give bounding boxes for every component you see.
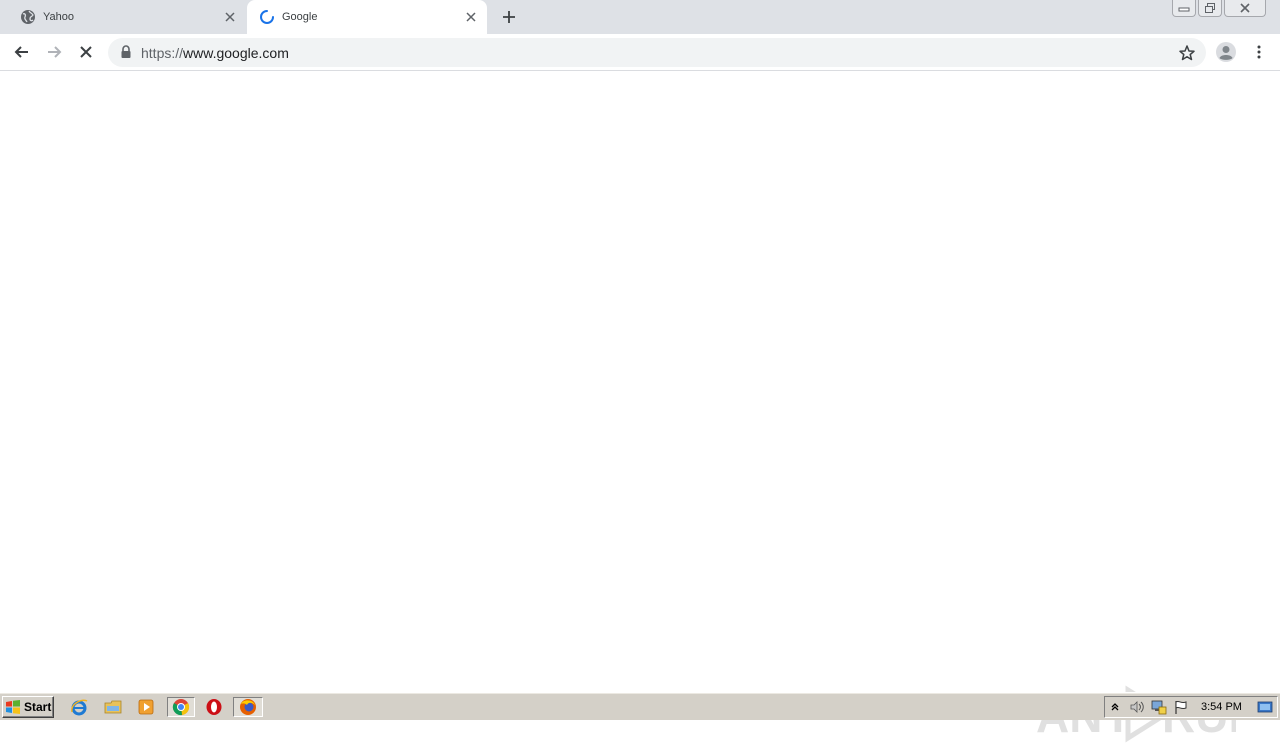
taskbar-opera[interactable] — [203, 697, 225, 717]
restore-icon — [1205, 3, 1215, 13]
tab-yahoo[interactable]: Yahoo — [8, 0, 246, 34]
opera-icon — [206, 699, 222, 715]
forward-button[interactable] — [42, 40, 66, 64]
url-scheme: https:// — [141, 45, 184, 61]
stop-loading-button[interactable] — [74, 40, 98, 64]
show-hidden-icons-chevron[interactable] — [1107, 699, 1123, 715]
tab-title: Google — [282, 11, 318, 23]
kebab-menu-icon — [1257, 45, 1261, 59]
file-explorer-icon — [104, 700, 122, 714]
windows-logo-icon — [6, 700, 20, 714]
start-button[interactable]: Start — [2, 696, 54, 718]
back-arrow-icon — [14, 46, 28, 58]
chrome-icon — [172, 699, 190, 716]
taskbar: Start 3:54 PM — [0, 692, 1280, 720]
system-tray: 3:54 PM — [1104, 696, 1278, 718]
internet-explorer-icon — [71, 699, 88, 716]
taskbar-chrome[interactable] — [167, 697, 195, 717]
start-label: Start — [24, 700, 52, 714]
profile-button[interactable] — [1214, 40, 1238, 64]
browser-window: Yahoo Google https://www.google.com — [0, 0, 1280, 743]
close-tab-icon[interactable] — [222, 9, 238, 25]
close-window-button[interactable] — [1224, 0, 1266, 17]
stop-loading-icon — [80, 46, 92, 58]
show-desktop-icon[interactable] — [1257, 699, 1273, 715]
page-content[interactable]: ANY RUN — [0, 72, 1280, 743]
network-icon[interactable] — [1151, 699, 1167, 715]
restore-button[interactable] — [1198, 0, 1222, 17]
close-icon — [1240, 3, 1250, 13]
media-player-icon — [138, 699, 154, 715]
forward-arrow-icon — [48, 46, 62, 58]
tab-title: Yahoo — [43, 11, 74, 23]
toolbar: https://www.google.com — [0, 34, 1280, 71]
taskbar-file-explorer[interactable] — [102, 697, 124, 717]
globe-icon — [21, 10, 35, 24]
close-tab-icon[interactable] — [463, 9, 479, 25]
taskbar-firefox[interactable] — [233, 697, 263, 717]
address-bar[interactable]: https://www.google.com — [108, 38, 1206, 67]
minimize-icon — [1178, 7, 1190, 12]
tab-google[interactable]: Google — [247, 0, 487, 34]
taskbar-media-player[interactable] — [135, 697, 157, 717]
new-tab-plus-icon[interactable] — [499, 7, 519, 27]
minimize-button[interactable] — [1172, 0, 1196, 17]
bookmark-star-icon[interactable] — [1178, 44, 1196, 62]
url-text[interactable]: https://www.google.com — [141, 45, 289, 61]
tab-strip: Yahoo Google — [0, 0, 1280, 34]
taskbar-clock[interactable]: 3:54 PM — [1201, 701, 1242, 713]
volume-icon[interactable] — [1129, 699, 1145, 715]
lock-icon[interactable] — [120, 45, 132, 59]
url-host: www.google.com — [183, 45, 289, 61]
back-button[interactable] — [10, 40, 34, 64]
window-controls — [1172, 0, 1266, 17]
profile-avatar-icon — [1216, 42, 1236, 62]
loading-spinner-icon — [260, 10, 274, 24]
action-center-flag-icon[interactable] — [1173, 699, 1189, 715]
taskbar-internet-explorer[interactable] — [68, 697, 90, 717]
firefox-icon — [240, 699, 256, 715]
chrome-menu-button[interactable] — [1247, 40, 1271, 64]
